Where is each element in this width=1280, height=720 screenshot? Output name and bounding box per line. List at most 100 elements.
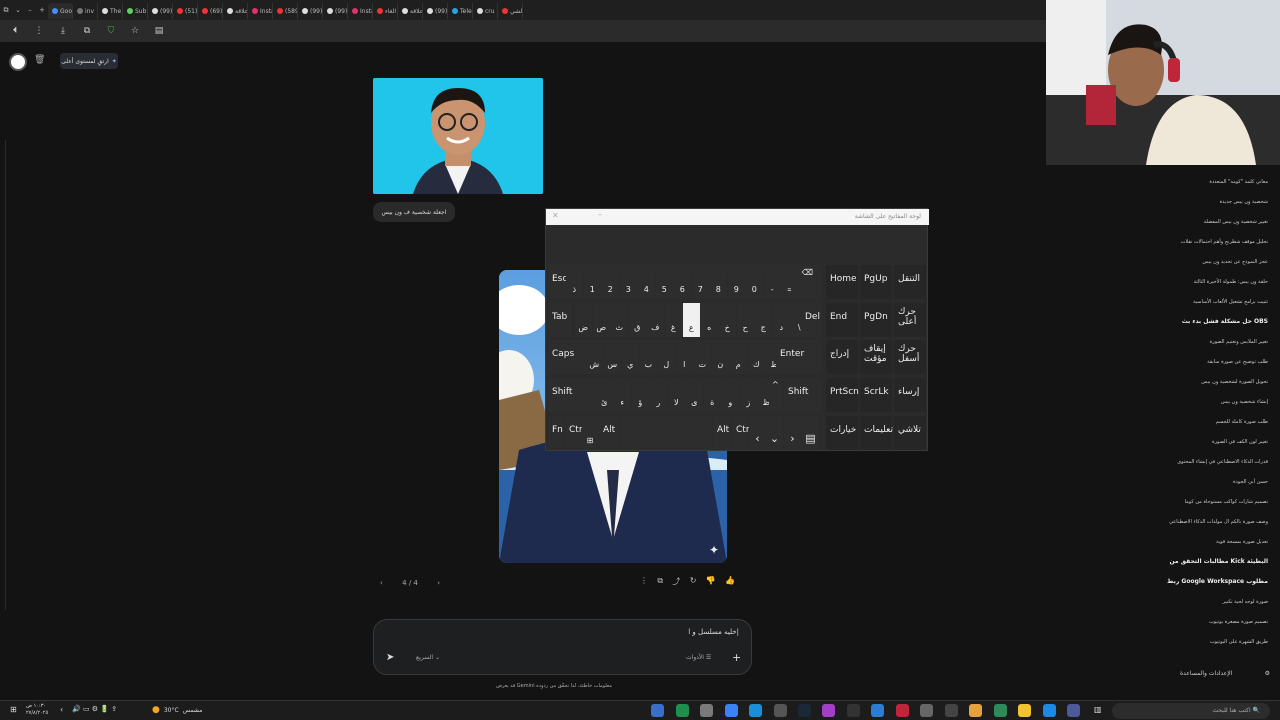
minimize-icon[interactable]: –: [598, 210, 602, 219]
recent-chat-item[interactable]: تحليل موقف شطرنج وأهم احتمالات نقلات: [1128, 232, 1268, 252]
keyboard-key[interactable]: 6: [674, 265, 691, 299]
steam-icon[interactable]: [798, 704, 811, 717]
more-icon[interactable]: ⋮: [640, 576, 648, 590]
keyboard-key[interactable]: 9: [728, 265, 745, 299]
keyboard-key[interactable]: إدراج: [826, 340, 858, 374]
keyboard-key[interactable]: ScrLk: [860, 378, 892, 412]
keyboard-key[interactable]: تعليمات: [860, 416, 893, 450]
windows-start-icon[interactable]: ⊞: [10, 705, 17, 714]
keyboard-key[interactable]: التنقل: [894, 265, 926, 299]
browser-tab[interactable]: Insta: [248, 3, 273, 19]
new-tab-icon[interactable]: +: [36, 6, 48, 14]
recent-chat-item[interactable]: مطالبات التحقق من Kick البطيئة: [1128, 552, 1268, 572]
keyboard-key[interactable]: Shift: [548, 378, 596, 412]
keyboard-key[interactable]: ض: [575, 303, 592, 337]
keyboard-key[interactable]: ق: [629, 303, 646, 337]
keyboard-key[interactable]: PrtScn: [826, 378, 859, 412]
keyboard-key[interactable]: 7: [692, 265, 709, 299]
keyboard-key[interactable]: خ: [719, 303, 736, 337]
on-screen-keyboard[interactable]: ✕ – لوحة المفاتيح على الشاشة Esc ذ 1 2 3 4 5 6 7…: [545, 208, 929, 451]
clock[interactable]: ١٠:٣٠ ص ٢٧/٨/٢٠٢٥: [26, 703, 48, 717]
windows-key[interactable]: ⊞: [582, 416, 598, 450]
browser-tab[interactable]: (51): [173, 3, 198, 19]
menu-icon[interactable]: ⋮: [32, 26, 46, 36]
keyboard-key[interactable]: خيارات: [826, 416, 858, 450]
keyboard-key[interactable]: ه: [701, 303, 718, 337]
keyboard-key[interactable]: ع: [683, 303, 700, 337]
recent-chat-item[interactable]: صورة لوجه لحية تكبير: [1128, 592, 1268, 612]
app-icon-6[interactable]: [774, 704, 787, 717]
keyboard-key[interactable]: ج: [755, 303, 772, 337]
keyboard-key[interactable]: Alt: [599, 416, 619, 450]
keyboard-key[interactable]: 0: [746, 265, 763, 299]
taskbar-search[interactable]: اكتب هنا للبحث 🔍: [1112, 703, 1270, 719]
keyboard-key[interactable]: إرساء: [894, 378, 926, 412]
keyboard-key[interactable]: 4: [638, 265, 655, 299]
chrome-icon[interactable]: [969, 704, 982, 717]
prev-icon[interactable]: ‹: [380, 579, 383, 587]
browser-tab[interactable]: (99): [148, 3, 173, 19]
app-icon-10[interactable]: [871, 704, 884, 717]
send-icon[interactable]: ➤: [386, 652, 394, 663]
recent-chat-item[interactable]: عجز النموذج عن تحديد ون بيس: [1128, 252, 1268, 272]
browser-tab[interactable]: inv: [73, 3, 98, 19]
keyboard-key[interactable]: PgDn: [860, 303, 892, 337]
browser-tab[interactable]: Insta: [348, 3, 373, 19]
keyboard-key[interactable]: س: [604, 340, 621, 374]
weather-widget[interactable]: ● 30°C مشمس: [152, 705, 202, 715]
arrow-up-key[interactable]: ^: [769, 378, 783, 412]
task-view-icon[interactable]: ▥: [1094, 705, 1102, 714]
keyboard-key[interactable]: ن: [712, 340, 729, 374]
tools-button[interactable]: الأدوات ☰: [686, 654, 711, 661]
browser-tab[interactable]: The: [98, 3, 123, 19]
keyboard-key[interactable]: Ctrl: [565, 416, 585, 450]
model-selector[interactable]: السريع ⌄: [416, 654, 440, 661]
browser-tab[interactable]: علاقة: [223, 3, 248, 19]
app-icon-15[interactable]: [994, 704, 1007, 717]
keyboard-key[interactable]: تلاشي: [894, 416, 926, 450]
keyboard-key[interactable]: لا: [668, 378, 685, 412]
keyboard-key[interactable]: ش: [586, 340, 603, 374]
app-icon-5[interactable]: [749, 704, 762, 717]
keyboard-key[interactable]: ئ: [596, 378, 613, 412]
keyboard-key[interactable]: ل: [658, 340, 675, 374]
extensions-icon[interactable]: ⧉: [80, 26, 94, 36]
regenerate-icon[interactable]: ↻: [690, 576, 697, 590]
keyboard-key[interactable]: ء: [614, 378, 631, 412]
keyboard-key[interactable]: ى: [686, 378, 703, 412]
back-icon[interactable]: ⏴: [8, 26, 22, 36]
recent-chat-item[interactable]: طريق الشهرة على اليوتيوب: [1128, 632, 1268, 652]
recent-chat-item[interactable]: شخصية ون بيس جديدة: [1128, 192, 1268, 212]
recent-chat-item[interactable]: تثبيت برامج تشغيل الألعاب الأساسية: [1128, 292, 1268, 312]
star-icon[interactable]: ☆: [128, 26, 142, 36]
menu-key[interactable]: ▤: [802, 416, 819, 450]
keyboard-key[interactable]: End: [826, 303, 858, 337]
settings-help-item[interactable]: الإعدادات والمساعدة ⚙: [1180, 670, 1270, 682]
browser-tab[interactable]: cru: [473, 3, 498, 19]
tray-chevron-icon[interactable]: ‹: [60, 705, 63, 714]
share-icon[interactable]: ⤴: [672, 576, 680, 590]
keyboard-key[interactable]: إيقاف مؤقت: [860, 340, 892, 374]
browser-tab[interactable]: Sub: [123, 3, 148, 19]
recent-chat-item[interactable]: حلقة ون بيس: طمولة الأخيرة الثالثة: [1128, 272, 1268, 292]
browser-tab[interactable]: (99): [423, 3, 448, 19]
app-icon-13[interactable]: [945, 704, 958, 717]
browser-tab[interactable]: Goo: [48, 3, 73, 19]
keyboard-key[interactable]: Del: [801, 303, 821, 337]
keyboard-key[interactable]: ح: [737, 303, 754, 337]
keyboard-key[interactable]: Shift: [784, 378, 821, 412]
keyboard-key[interactable]: PgUp: [860, 265, 892, 299]
arrow-left-key[interactable]: ‹: [749, 416, 766, 450]
file-explorer-icon[interactable]: [1018, 704, 1031, 717]
keyboard-key[interactable]: Alt: [713, 416, 731, 450]
keyboard-key[interactable]: ص: [593, 303, 610, 337]
keyboard-key[interactable]: ب: [640, 340, 657, 374]
keyboard-key[interactable]: ا: [676, 340, 693, 374]
keyboard-key[interactable]: Caps: [548, 340, 586, 374]
app-icon-11[interactable]: [896, 704, 909, 717]
recent-chat-item[interactable]: حل مشكلة فشل بدء بث OBS: [1128, 312, 1268, 332]
recent-chat-item[interactable]: تحويل الصورة لشخصية ون بيس: [1128, 372, 1268, 392]
arrow-right-key[interactable]: ›: [784, 416, 801, 450]
user-uploaded-photo[interactable]: [373, 78, 543, 194]
keyboard-key[interactable]: ف: [647, 303, 664, 337]
